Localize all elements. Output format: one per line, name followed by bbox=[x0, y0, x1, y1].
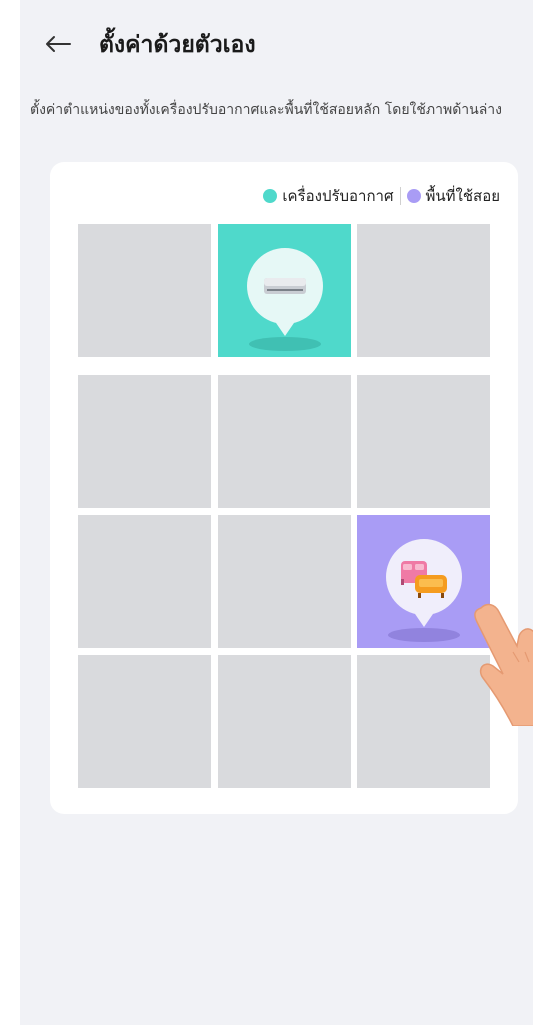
air-conditioner-icon bbox=[247, 248, 323, 351]
grid-cell-r1-c2[interactable] bbox=[218, 224, 351, 357]
grid-cell-r3-c2[interactable] bbox=[218, 515, 351, 648]
layout-card: เครื่องปรับอากาศ พื้นที่ใช้สอย bbox=[50, 162, 518, 814]
instruction-text: ตั้งค่าตำแหน่งของทั้งเครื่องปรับอากาศและ… bbox=[30, 102, 502, 118]
grid-cell-r4-c1[interactable] bbox=[78, 655, 211, 788]
grid-cell-r1-c1[interactable] bbox=[78, 224, 211, 357]
grid-cell-r4-c3[interactable] bbox=[357, 655, 490, 788]
back-button[interactable] bbox=[38, 26, 78, 62]
sofa-bed-icon bbox=[386, 539, 462, 642]
page-title: ตั้งค่าด้วยตัวเอง bbox=[99, 32, 256, 58]
grid-cell-r3-c3[interactable] bbox=[357, 515, 490, 648]
grid-cell-r1-c3[interactable] bbox=[357, 224, 490, 357]
grid-cell-r3-c1[interactable] bbox=[78, 515, 211, 648]
grid-cell-r2-c3[interactable] bbox=[357, 375, 490, 508]
arrow-left-icon bbox=[46, 36, 71, 52]
grid-cell-r2-c1[interactable] bbox=[78, 375, 211, 508]
hand-pointer-icon bbox=[473, 596, 533, 727]
room-grid bbox=[50, 162, 518, 814]
header: ตั้งค่าด้วยตัวเอง bbox=[20, 24, 533, 68]
app-screen: ตั้งค่าด้วยตัวเอง ตั้งค่าตำแหน่งของทั้งเ… bbox=[20, 0, 533, 1025]
grid-cell-r2-c2[interactable] bbox=[218, 375, 351, 508]
grid-cell-r4-c2[interactable] bbox=[218, 655, 351, 788]
